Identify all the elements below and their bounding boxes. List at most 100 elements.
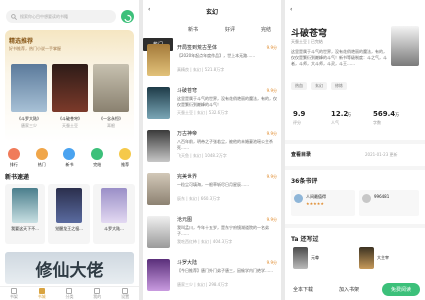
book-desc: 这里是属于斗气的世界，没有花俏艳丽的魔法，有的，仅仅是繁衍到巅峰的斗气！	[177, 96, 277, 107]
tab-bookshelf[interactable]: 书架	[10, 287, 18, 300]
comments-title: 36条书评	[291, 178, 318, 185]
book-cover	[147, 259, 170, 291]
new-book-title: 斗罗大陆...	[104, 226, 124, 231]
recommend-subtitle: 好书推荐，热门小说一手掌握	[9, 46, 61, 51]
menu-label: 热门	[37, 162, 46, 167]
catalog-label[interactable]: 查看目录	[291, 151, 311, 158]
rec-book-author: 唐家三少	[21, 123, 37, 128]
section-title: 新书速递	[5, 174, 30, 181]
book-score: 9.9分	[266, 45, 277, 50]
tab-category[interactable]: 分类	[65, 287, 74, 300]
comment-user: 996481	[374, 194, 390, 199]
tag[interactable]: 修炼	[331, 82, 347, 90]
new-book-card[interactable]: 觉醒龙王之祖...	[48, 184, 90, 244]
book-cover-1[interactable]	[11, 64, 47, 112]
banner[interactable]: 修仙大佬	[5, 252, 134, 284]
tab-label: 我的	[93, 293, 102, 299]
book-title: 斗罗大陆	[177, 260, 198, 266]
search-placeholder: 搜索你心目中想要读的书籍	[20, 13, 68, 19]
rec-book-title: 《一念永恒》	[99, 116, 123, 121]
menu-finish[interactable]: 完结	[91, 148, 104, 168]
new-book-card[interactable]: 我要这天下不...	[5, 184, 45, 244]
stat-score: 9.9	[293, 110, 306, 118]
category-menu: 排行 热门 新书 完结 推荐	[0, 148, 139, 168]
new-book-title: 觉醒龙王之祖...	[55, 226, 83, 231]
book-meta: 真精良 | 玄幻 | 521.8万字	[177, 67, 225, 72]
divider	[285, 140, 425, 144]
recommend-title: 精选推荐	[9, 38, 34, 45]
book-row[interactable]: 斗罗大陆 9.9分 【今日推荐】唐门外门弟子唐三，因偷学内门绝学…… 唐家三少 …	[145, 259, 279, 299]
book-row[interactable]: 沧元图 9.9分 我叫孟川，今年十五岁，是东宁府镜湖道院的一名弟子…… 我吃西红…	[145, 216, 279, 256]
book-detail-screen: ‹ 斗破苍穹 天蚕土豆 | 已完结 这里是属于斗气的世界，没有花俏艳丽的魔法，有…	[285, 0, 425, 300]
book-score: 9.9分	[266, 217, 277, 222]
tab-mine[interactable]: 我的	[93, 287, 102, 300]
book-score: 9.9分	[266, 260, 277, 265]
book-cover[interactable]	[293, 247, 308, 269]
book-desc: 一粒尘可填海，一根草斩尽日月星辰……	[177, 182, 249, 187]
book-author: 天蚕土豆 | 已完结	[291, 39, 323, 44]
book-row[interactable]: 开局签到荒古圣体 9.9分 【2020年起点年度作品】，世上本无路…… 真精良 …	[145, 44, 279, 84]
book-row[interactable]: 斗破苍穹 9.9分 这里是属于斗气的世界，没有花俏艳丽的魔法，有的，仅仅是繁衍到…	[145, 87, 279, 127]
book-meta: 辰东 | 玄幻 | 660.3万字	[177, 196, 221, 201]
book-cover-2[interactable]	[52, 64, 88, 112]
recommend-panel: 精选推荐 好书推荐，热门小说一手掌握 《斗罗大陆》 《斗破苍穹》 《一念永恒》 …	[5, 30, 134, 142]
download-button[interactable]: 全本下载	[293, 286, 313, 293]
search-input[interactable]: 搜索你心目中想要读的书籍	[6, 10, 116, 23]
menu-hot[interactable]: 热门	[35, 148, 48, 168]
refresh-icon[interactable]	[121, 10, 134, 23]
page-title: 玄幻	[205, 9, 218, 16]
book-desc: 【今日推荐】唐门外门弟子唐三，因偷学内门绝学……	[177, 268, 273, 273]
tab-settings[interactable]: 设置	[121, 287, 130, 300]
tab-bookstore[interactable]: 书城	[37, 287, 46, 300]
tag[interactable]: 玄幻	[311, 82, 327, 90]
avatar	[362, 194, 371, 203]
new-book-card[interactable]: 斗罗大陆...	[93, 184, 135, 244]
stat-words-unit: 万	[395, 112, 399, 117]
add-shelf-button[interactable]: 加入书架	[339, 286, 359, 293]
book-meta: 天蚕土豆 | 玄幻 | 532.6万字	[177, 110, 229, 115]
book-cover	[147, 173, 170, 205]
menu-label: 新书	[65, 162, 74, 167]
book-cover-3[interactable]	[93, 64, 129, 112]
tab-label: 书城	[37, 293, 46, 299]
rec-book-title: 《斗罗大陆》	[17, 116, 41, 121]
comment-user: 人间最值得	[306, 194, 326, 199]
menu-recommend[interactable]: 推荐	[119, 148, 132, 168]
book-title: 完美世界	[177, 174, 198, 180]
menu-rank[interactable]: 排行	[7, 148, 20, 168]
rec-book-title: 《斗破苍穹》	[58, 116, 82, 121]
rec-book-author: 耳根	[107, 123, 115, 128]
book-row[interactable]: 万古神帝 9.9分 八百年前，明帝之子张若尘，被他的未婚妻池瑶公主杀死…… 飞天…	[145, 130, 279, 170]
book-title: 斗破苍穹	[291, 29, 328, 39]
thumb-icon	[119, 148, 132, 160]
book-cover	[147, 216, 170, 248]
tab-label: 设置	[121, 293, 130, 299]
comment-card[interactable]: 人间最值得 ★★★★★	[291, 190, 355, 216]
book-meta: 飞天鱼 | 玄幻 | 1048.2万字	[177, 153, 227, 158]
tab-new[interactable]: 新书	[188, 26, 198, 33]
book-meta: 唐家三少 | 玄幻 | 298.4万字	[177, 282, 229, 287]
tab-rating[interactable]: 好评	[225, 26, 235, 33]
book-cover	[147, 44, 170, 76]
stat-score-label: 评分	[293, 120, 301, 125]
read-button[interactable]: 免费阅读	[382, 283, 420, 296]
book-cover	[391, 26, 419, 66]
also-book-title[interactable]: 大主宰	[377, 255, 389, 261]
stat-popularity-label: 人气	[331, 120, 339, 125]
bottom-tab-bar: 书架 书城 分类 我的 设置	[0, 286, 139, 300]
also-book-title[interactable]: 元尊	[311, 255, 319, 261]
tag[interactable]: 热血	[291, 82, 307, 90]
comment-card[interactable]: 996481	[359, 190, 419, 216]
stat-popularity-unit: 万	[347, 112, 351, 117]
tab-finished[interactable]: 完结	[261, 26, 271, 33]
book-title: 开局签到荒古圣体	[177, 45, 218, 51]
menu-label: 完结	[93, 162, 102, 167]
book-row[interactable]: 完美世界 9.9分 一粒尘可填海，一根草斩尽日月星辰…… 辰东 | 玄幻 | 6…	[145, 173, 279, 213]
menu-new[interactable]: 新书	[63, 148, 76, 168]
book-cover	[147, 87, 170, 119]
book-cover[interactable]	[359, 247, 374, 269]
new-book-title: 我要这天下不...	[11, 226, 39, 231]
tab-label: 分类	[65, 293, 74, 299]
avatar	[294, 194, 303, 203]
back-icon[interactable]: ‹	[290, 6, 292, 13]
